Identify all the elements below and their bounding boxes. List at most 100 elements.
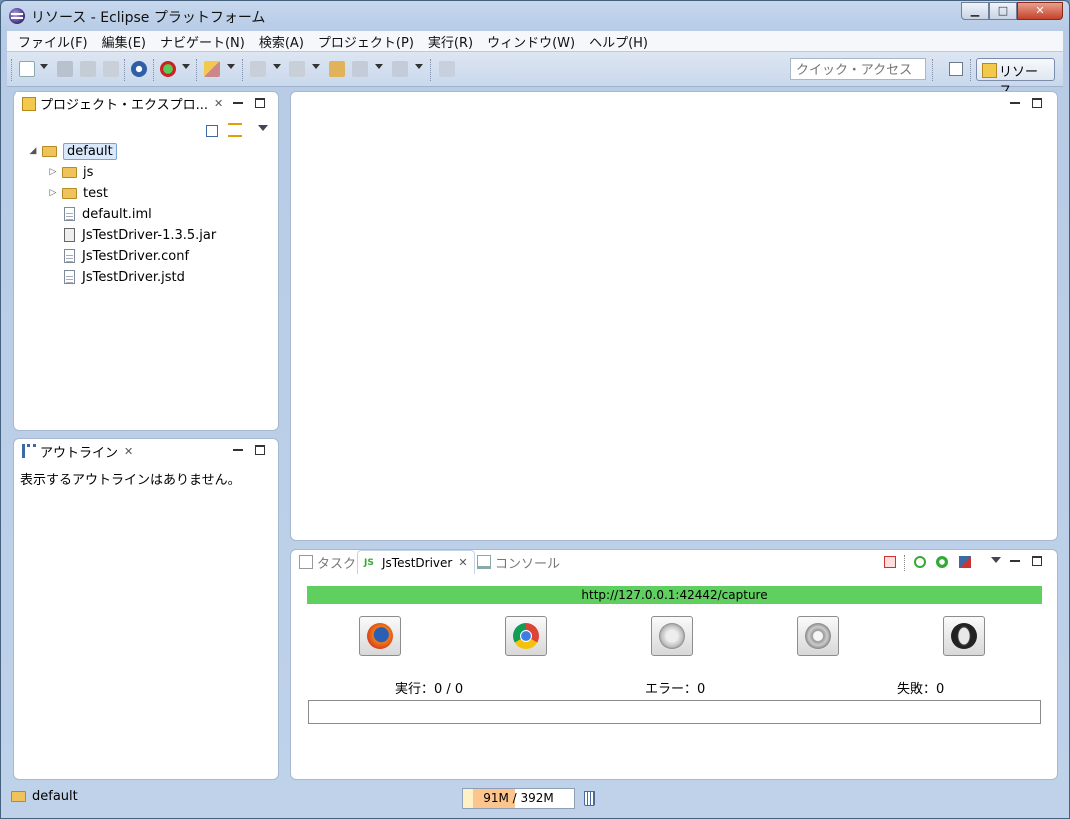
- tree-item-label: JsTestDriver-1.3.5.jar: [82, 227, 217, 243]
- failure-count: 失敗：0: [897, 682, 945, 697]
- maximize-icon[interactable]: [255, 98, 265, 108]
- forward-dropdown-icon[interactable]: [415, 64, 423, 69]
- tree-item-js[interactable]: ▷ js: [48, 162, 94, 182]
- pin-editor-icon[interactable]: [439, 61, 455, 77]
- stop-server-icon[interactable]: [884, 556, 896, 568]
- chrome-button[interactable]: [505, 616, 547, 656]
- minimize-icon[interactable]: [1010, 556, 1020, 562]
- window-title: リソース - Eclipse プラットフォーム: [31, 10, 266, 26]
- menu-edit[interactable]: 編集(E): [95, 32, 153, 51]
- tab-tasks-label: タスク: [317, 556, 357, 572]
- collapse-all-icon[interactable]: [206, 125, 218, 137]
- toolbar-separator: [124, 59, 125, 81]
- minimize-icon[interactable]: [233, 445, 243, 451]
- close-icon[interactable]: ✕: [214, 97, 223, 110]
- minimize-button[interactable]: ▁: [961, 2, 989, 20]
- opera-button[interactable]: [943, 616, 985, 656]
- view-controls: [233, 445, 265, 455]
- jar-file-icon: [64, 228, 75, 242]
- new-icon[interactable]: [19, 61, 35, 77]
- tab-tasks[interactable]: タスク: [293, 550, 362, 574]
- last-edit-icon[interactable]: [329, 61, 345, 77]
- ie-button[interactable]: [797, 616, 839, 656]
- editor-controls: [1010, 98, 1042, 108]
- close-icon[interactable]: ✕: [124, 445, 133, 458]
- next-annotation-icon[interactable]: [250, 61, 266, 77]
- tree-item-conf[interactable]: JsTestDriver.conf: [62, 246, 189, 266]
- tab-jstestdriver[interactable]: JS JsTestDriver ✕: [357, 550, 475, 574]
- back-dropdown-icon[interactable]: [375, 64, 383, 69]
- menu-file[interactable]: ファイル(F): [11, 32, 95, 51]
- tab-console[interactable]: コンソール: [471, 550, 566, 574]
- resource-perspective-button[interactable]: リソース: [976, 58, 1055, 99]
- link-with-editor-icon[interactable]: [228, 123, 242, 137]
- firefox-button[interactable]: [359, 616, 401, 656]
- tab-outline[interactable]: アウトライン ✕: [16, 439, 139, 463]
- collapsed-twisty-icon[interactable]: ▷: [48, 188, 58, 198]
- maximize-button[interactable]: □: [989, 2, 1017, 20]
- expanded-twisty-icon[interactable]: ◢: [28, 146, 38, 156]
- minimize-icon[interactable]: [233, 98, 243, 104]
- pencil-icon[interactable]: [204, 61, 220, 77]
- minimize-icon[interactable]: [1010, 98, 1020, 104]
- file-icon: [64, 270, 75, 284]
- view-menu-icon[interactable]: [991, 557, 1001, 563]
- print-icon[interactable]: [103, 61, 119, 77]
- run-dropdown-icon[interactable]: [182, 64, 190, 69]
- prev-annotation-dropdown-icon[interactable]: [312, 64, 320, 69]
- error-count: エラー：0: [645, 682, 706, 697]
- outline-icon: [22, 444, 36, 458]
- outline-empty-message: 表示するアウトラインはありません。: [20, 473, 241, 488]
- next-annotation-dropdown-icon[interactable]: [273, 64, 281, 69]
- tree-item-test[interactable]: ▷ test: [48, 183, 108, 203]
- project-explorer-icon: [22, 96, 36, 111]
- reset-browsers-icon[interactable]: [959, 556, 971, 568]
- gear-icon[interactable]: [131, 61, 147, 77]
- toolbar-separator: [904, 555, 905, 571]
- open-perspective-icon[interactable]: [949, 62, 963, 76]
- tab-project-explorer[interactable]: プロジェクト・エクスプロ... ✕: [16, 92, 230, 116]
- toolbar-separator: [430, 59, 431, 81]
- view-menu-icon[interactable]: [258, 125, 268, 131]
- menu-run[interactable]: 実行(R): [421, 32, 480, 51]
- maximize-icon[interactable]: [1032, 556, 1042, 566]
- close-icon[interactable]: ✕: [458, 556, 467, 569]
- save-all-icon[interactable]: [80, 61, 96, 77]
- bottom-views-panel: タスク JS JsTestDriver ✕ コンソール http://127.0…: [290, 549, 1058, 780]
- tree-item-default[interactable]: ◢ default: [28, 141, 117, 161]
- tree-item-jstd[interactable]: JsTestDriver.jstd: [62, 267, 185, 287]
- back-arrow-icon[interactable]: [352, 61, 368, 77]
- pencil-dropdown-icon[interactable]: [227, 64, 235, 69]
- menu-navigate[interactable]: ナビゲート(N): [153, 32, 252, 51]
- new-dropdown-icon[interactable]: [40, 64, 48, 69]
- quick-access-input[interactable]: [790, 58, 926, 80]
- run-tests-icon[interactable]: [936, 556, 948, 568]
- safari-icon: [659, 623, 685, 649]
- maximize-icon[interactable]: [1032, 98, 1042, 108]
- maximize-icon[interactable]: [255, 445, 265, 455]
- close-button[interactable]: ✕: [1017, 2, 1063, 20]
- trash-icon[interactable]: [584, 791, 595, 806]
- tree-item-default-iml[interactable]: default.iml: [62, 204, 152, 224]
- tree-item-label: JsTestDriver.conf: [82, 248, 190, 264]
- collapsed-twisty-icon[interactable]: ▷: [48, 167, 58, 177]
- view-controls: [1010, 556, 1042, 566]
- menu-help[interactable]: ヘルプ(H): [582, 32, 655, 51]
- menu-project[interactable]: プロジェクト(P): [311, 32, 421, 51]
- file-icon: [64, 249, 75, 263]
- window-controls: ▁ □ ✕: [961, 2, 1063, 20]
- tree-item-jar[interactable]: JsTestDriver-1.3.5.jar: [62, 225, 216, 245]
- refresh-icon[interactable]: [914, 556, 926, 568]
- run-icon[interactable]: [160, 61, 176, 77]
- save-icon[interactable]: [57, 61, 73, 77]
- menu-bar: ファイル(F) 編集(E) ナビゲート(N) 検索(A) プロジェクト(P) 実…: [7, 31, 1063, 51]
- tab-project-explorer-label: プロジェクト・エクスプロ...: [40, 98, 209, 113]
- menu-search[interactable]: 検索(A): [252, 32, 311, 51]
- prev-annotation-icon[interactable]: [289, 61, 305, 77]
- folder-icon: [62, 187, 77, 199]
- menu-window[interactable]: ウィンドウ(W): [480, 32, 582, 51]
- tasks-icon: [299, 555, 313, 569]
- toolbar-separator: [242, 59, 243, 81]
- forward-arrow-icon[interactable]: [392, 61, 408, 77]
- safari-button[interactable]: [651, 616, 693, 656]
